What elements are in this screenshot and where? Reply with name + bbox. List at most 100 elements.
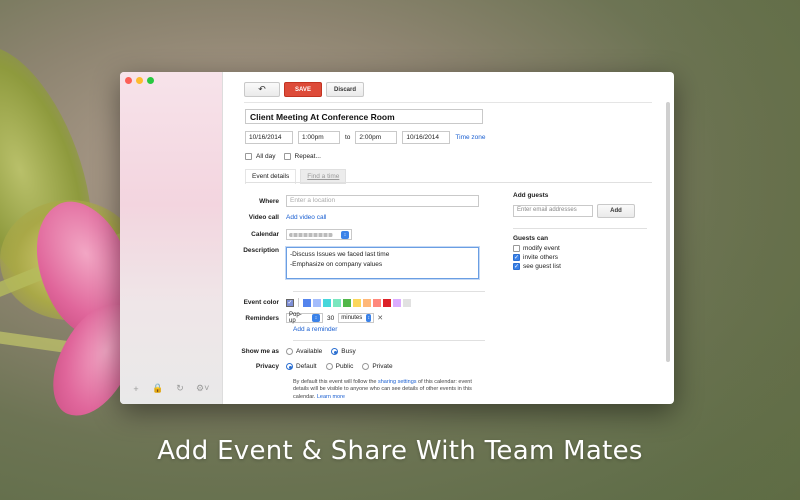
color-swatch[interactable] [333,298,341,307]
guest-permission-checkbox[interactable]: ✓ [513,254,520,261]
chevron-updown-icon: ↕ [341,230,349,239]
available-radio[interactable] [286,348,293,355]
where-label: Where [259,197,279,205]
color-swatch[interactable] [313,298,321,307]
window-controls [125,77,154,84]
privacy-label: Privacy [255,363,279,370]
available-label: Available [296,348,323,355]
privacy-note-text: By default this event will follow the [293,379,378,385]
back-arrow-icon: ↶ [258,84,266,94]
divider [293,291,485,292]
color-swatch[interactable] [303,298,311,307]
caption-text: Add Event & Share With Team Mates [157,436,643,466]
add-guest-button[interactable]: Add [597,204,635,218]
color-swatch[interactable] [323,298,331,307]
description-line: -Emphasize on company values [290,260,383,268]
private-option[interactable]: Private [362,363,393,370]
learn-more-link[interactable]: Learn more [317,394,345,400]
color-swatch[interactable] [363,298,371,307]
color-swatch[interactable] [373,298,381,307]
event-color-row: Event color ✓ [224,298,411,307]
privacy-row: Privacy Default Public Private [224,363,402,370]
reminder-amount-field[interactable]: 30 [327,315,334,322]
guest-permission-checkbox[interactable] [513,245,520,252]
start-date-field[interactable]: 10/16/2014 [245,131,293,144]
where-row: Where Enter a location [224,195,479,207]
end-time-field[interactable]: 2:00pm [355,131,398,144]
guest-permission-item[interactable]: ✓ invite others [513,254,647,261]
private-radio[interactable] [362,363,370,370]
description-row: Description -Discuss Issues we faced las… [224,247,479,279]
public-option[interactable]: Public [325,363,354,370]
public-label: Public [335,363,354,370]
reminders-row: Reminders Pop-up ↕ 30 minutes ↕ ✕ [224,312,383,324]
end-date-field[interactable]: 10/16/2014 [402,131,451,144]
sharing-settings-link[interactable]: sharing settings [378,379,417,385]
chevron-updown-icon: ↕ [312,314,320,322]
color-swatch[interactable] [353,298,361,307]
guest-permission-item[interactable]: ✓ see guest list [513,263,647,270]
gear-icon[interactable]: ⚙˅ [196,383,209,394]
busy-option[interactable]: Busy [331,348,356,355]
add-guests-row: Enter email addresses Add [513,204,647,218]
to-label: to [345,134,351,141]
scrollbar[interactable] [666,102,670,362]
back-button[interactable]: ↶ [244,82,280,97]
remove-reminder-icon[interactable]: ✕ [377,314,383,322]
calendar-label: Calendar [251,231,279,238]
timezone-link[interactable]: Time zone [455,134,485,141]
add-video-call-link[interactable]: Add video call [286,214,326,221]
divider [244,102,652,103]
location-input[interactable]: Enter a location [286,195,479,207]
public-radio[interactable] [325,363,333,370]
repeat-label: Repeat... [294,153,321,160]
event-title-input[interactable]: Client Meeting At Conference Room [245,109,483,124]
available-option[interactable]: Available [286,348,322,355]
guests-panel: Add guests Enter email addresses Add Gue… [513,192,647,272]
reminder-type-value: Pop-up [289,312,302,324]
default-option[interactable]: Default [286,363,317,370]
reminder-type-select[interactable]: Pop-up ↕ [286,312,323,324]
description-label: Description [243,247,279,254]
video-call-row: Video call Add video call [224,214,327,221]
default-radio[interactable] [286,363,293,370]
description-line: -Discuss Issues we faced last time [290,251,390,258]
all-day-repeat-row: All day Repeat... [245,153,321,160]
reminders-label: Reminders [245,314,279,322]
description-textarea[interactable]: -Discuss Issues we faced last time -Emph… [286,247,479,279]
lock-icon[interactable]: 🔒 [152,383,164,394]
add-guests-heading: Add guests [513,192,549,199]
toolbar: ↶ SAVE Discard [244,82,364,97]
color-swatch[interactable] [343,298,351,307]
guest-permission-checkbox[interactable]: ✓ [513,263,520,270]
save-button[interactable]: SAVE [284,82,322,97]
color-swatch-selected[interactable]: ✓ [286,298,294,307]
close-window-button[interactable] [125,77,132,84]
discard-button[interactable]: Discard [326,82,364,97]
add-reminder-link[interactable]: Add a reminder [293,326,337,333]
guest-email-input[interactable]: Enter email addresses [513,205,593,217]
busy-radio[interactable] [331,348,339,355]
guest-permission-label: modify event [523,245,560,252]
add-reminder-row: Add a reminder [293,326,337,333]
reminder-unit-select[interactable]: minutes ↕ [338,313,375,323]
show-me-as-row: Show me as Available Busy [224,348,365,355]
refresh-icon[interactable]: ↻ [174,383,186,394]
calendar-select[interactable]: ↕ [286,229,352,240]
color-swatch[interactable] [383,298,391,307]
calendar-name-redacted [289,232,333,237]
start-time-field[interactable]: 1:00pm [298,131,340,144]
all-day-checkbox[interactable] [245,153,252,160]
guest-permissions: modify event ✓ invite others ✓ see guest lis… [513,245,647,270]
color-swatch[interactable] [403,298,411,307]
repeat-checkbox[interactable] [283,153,291,160]
app-window: + 🔒 ↻ ⚙˅ ↶ SAVE Discard Client Meeting A… [120,72,674,404]
busy-label: Busy [341,348,356,355]
color-swatches: ✓ [286,298,411,307]
guest-permission-item[interactable]: modify event [513,245,647,252]
minimize-window-button[interactable] [136,77,143,84]
zoom-window-button[interactable] [147,77,154,84]
add-icon[interactable]: + [130,384,142,394]
color-swatch[interactable] [393,298,401,307]
default-label: Default [296,363,317,370]
